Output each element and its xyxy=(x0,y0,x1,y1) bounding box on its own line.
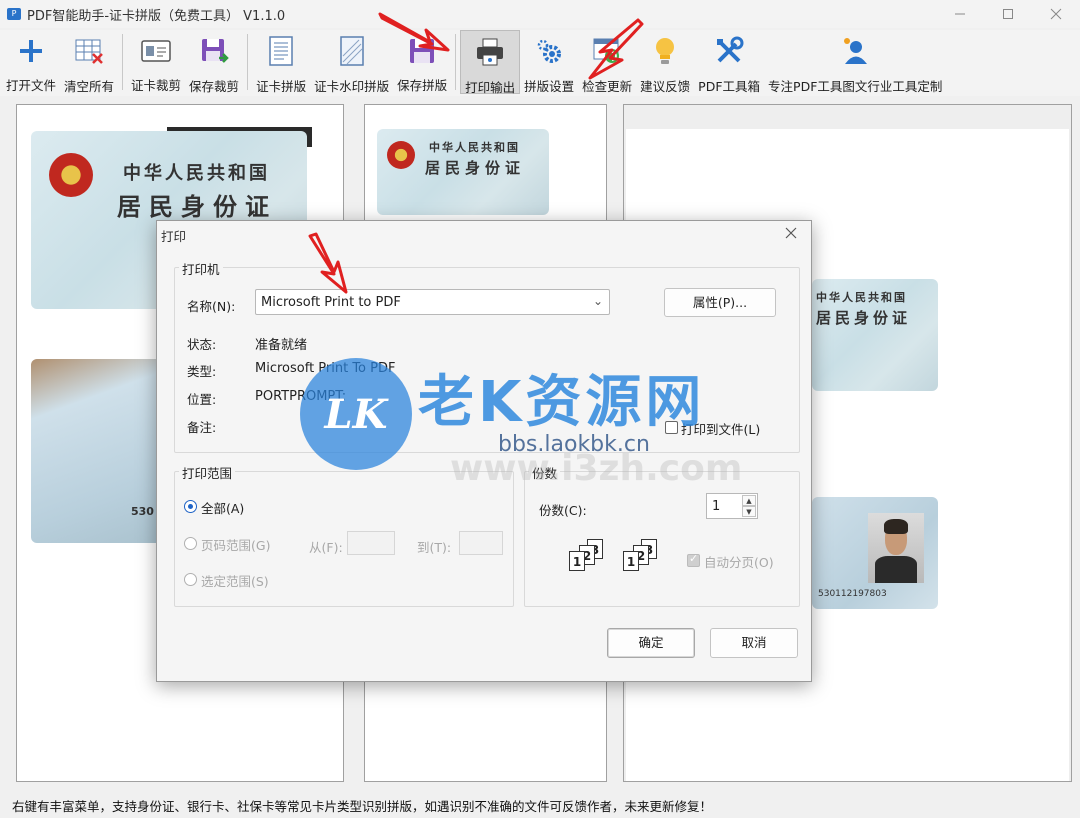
annotation-arrows xyxy=(308,12,644,294)
status-bar: 右键有丰富菜单，支持身份证、银行卡、社保卡等常见卡片类型识别拼版，如遇识别不准确… xyxy=(0,792,1080,818)
arrow-icon xyxy=(378,12,450,52)
arrow-icon xyxy=(588,18,644,80)
status-bar-text: 右键有丰富菜单，支持身份证、银行卡、社保卡等常见卡片类型识别拼版，如遇识别不准确… xyxy=(12,799,713,814)
arrow-icon xyxy=(308,232,348,294)
